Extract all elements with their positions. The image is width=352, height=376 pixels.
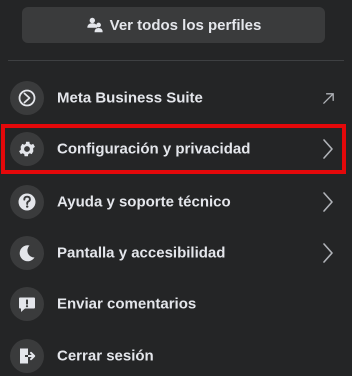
menu-item-label: Pantalla y accesibilidad: [57, 244, 226, 262]
divider: [8, 60, 344, 61]
feedback-icon: [10, 287, 44, 321]
external-link-arrow-icon: [320, 88, 336, 108]
logout-icon: [10, 339, 44, 373]
see-all-profiles-button[interactable]: Ver todos los perfiles: [22, 7, 325, 43]
menu-item-meta-business-suite[interactable]: Meta Business Suite: [0, 72, 352, 124]
menu-item-label: Configuración y privacidad: [57, 140, 251, 158]
menu-item-display-accessibility[interactable]: Pantalla y accesibilidad: [0, 227, 352, 279]
chevron-right-icon: [320, 192, 336, 212]
gear-icon: [10, 132, 44, 166]
account-menu-panel: Ver todos los perfiles Meta Business Sui…: [0, 0, 352, 376]
chevron-right-icon: [320, 139, 336, 159]
moon-icon: [10, 236, 44, 270]
menu-item-log-out[interactable]: Cerrar sesión: [0, 330, 352, 376]
meta-business-suite-icon: [10, 81, 44, 115]
menu-item-help-support[interactable]: Ayuda y soporte técnico: [0, 176, 352, 228]
chevron-right-icon: [320, 243, 336, 263]
menu-item-label: Enviar comentarios: [57, 295, 197, 313]
menu-item-label: Meta Business Suite: [57, 89, 203, 107]
switch-profiles-icon: [86, 16, 104, 34]
menu-item-send-feedback[interactable]: Enviar comentarios: [0, 278, 352, 330]
question-icon: [10, 185, 44, 219]
menu-item-settings-privacy[interactable]: Configuración y privacidad: [0, 123, 352, 175]
menu-item-label: Ayuda y soporte técnico: [57, 193, 231, 211]
see-all-profiles-label: Ver todos los perfiles: [109, 16, 262, 34]
menu-item-label: Cerrar sesión: [57, 347, 154, 365]
